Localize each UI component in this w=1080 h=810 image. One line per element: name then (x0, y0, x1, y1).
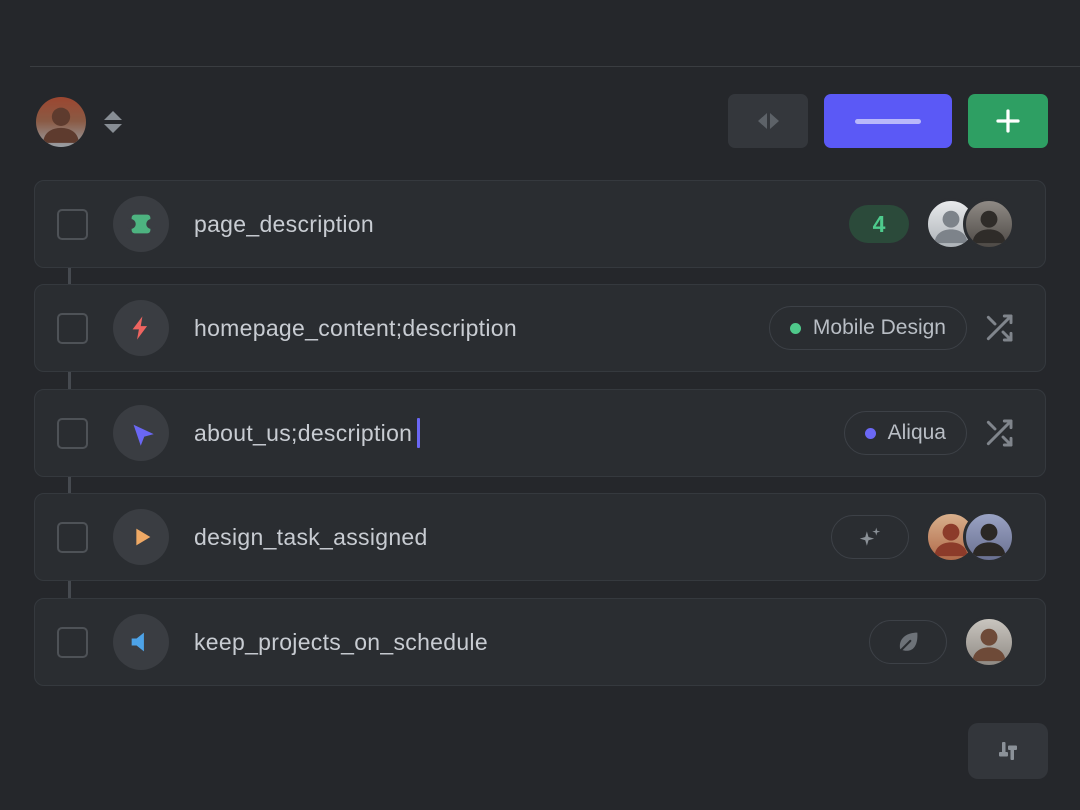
tag-dot (790, 323, 801, 334)
task-label: page_description (194, 211, 374, 238)
count-badge: 4 (849, 205, 909, 243)
shuffle-button[interactable] (983, 417, 1015, 449)
shuffle-button[interactable] (983, 312, 1015, 344)
collapse-right-icon (770, 113, 779, 129)
row-type-icon-wrap[interactable] (113, 405, 169, 461)
user-avatar[interactable] (36, 97, 86, 147)
person-silhouette-icon (966, 514, 1012, 560)
row-checkbox[interactable] (57, 522, 88, 553)
row-type-icon-wrap[interactable] (113, 509, 169, 565)
person-silhouette-icon (966, 619, 1012, 665)
play-icon (127, 523, 155, 551)
table-row[interactable]: page_description 4 (34, 180, 1046, 268)
row-checkbox[interactable] (57, 209, 88, 240)
table-row[interactable]: design_task_assigned (34, 493, 1046, 581)
row-type-icon-wrap[interactable] (113, 614, 169, 670)
panel-toggle-button[interactable] (728, 94, 808, 148)
collapse-left-icon (758, 113, 767, 129)
table-row[interactable]: keep_projects_on_schedule (34, 598, 1046, 686)
task-label: homepage_content;description (194, 315, 517, 342)
row-type-icon-wrap[interactable] (113, 300, 169, 356)
task-label-editing[interactable]: about_us;description (194, 418, 420, 448)
megaphone-icon (127, 628, 155, 656)
tag-pill[interactable]: Aliqua (844, 411, 967, 455)
sort-toggle[interactable] (102, 108, 124, 136)
table-row[interactable]: homepage_content;description Mobile Desi… (34, 284, 1046, 372)
assignee-avatar[interactable] (963, 511, 1015, 563)
bolt-icon (127, 314, 155, 342)
ticket-icon (126, 209, 156, 239)
tag-pill[interactable]: Mobile Design (769, 306, 967, 350)
task-label: design_task_assigned (194, 524, 428, 551)
tag-dot (865, 428, 876, 439)
row-checkbox[interactable] (57, 418, 88, 449)
person-silhouette-icon (966, 201, 1012, 247)
sparkle-button[interactable] (831, 515, 909, 559)
leaf-button[interactable] (869, 620, 947, 664)
primary-action-button[interactable] (824, 94, 952, 148)
add-button[interactable] (968, 94, 1048, 148)
assignee-avatars[interactable] (963, 616, 1015, 668)
sliders-icon (991, 734, 1025, 768)
assignee-avatars[interactable] (925, 198, 1015, 250)
leaf-icon (894, 628, 922, 656)
assignee-avatars[interactable] (925, 511, 1015, 563)
person-silhouette-icon (36, 97, 86, 147)
sort-up-icon (104, 111, 122, 120)
row-type-icon-wrap[interactable] (113, 196, 169, 252)
dash-placeholder (855, 119, 921, 124)
assignee-avatar[interactable] (963, 198, 1015, 250)
send-icon (127, 419, 155, 447)
text-caret (417, 418, 420, 448)
task-label: keep_projects_on_schedule (194, 629, 488, 656)
plus-icon (993, 106, 1023, 136)
shuffle-icon (983, 417, 1015, 449)
task-label: about_us;description (194, 420, 412, 446)
table-row[interactable]: about_us;description Aliqua (34, 389, 1046, 477)
tag-label: Mobile Design (813, 316, 946, 340)
filter-button[interactable] (968, 723, 1048, 779)
shuffle-icon (983, 312, 1015, 344)
assignee-avatar[interactable] (963, 616, 1015, 668)
tag-label: Aliqua (888, 421, 946, 445)
row-checkbox[interactable] (57, 313, 88, 344)
header-divider (30, 66, 1080, 67)
sort-down-icon (104, 124, 122, 133)
row-checkbox[interactable] (57, 627, 88, 658)
sparkles-icon (855, 522, 885, 552)
